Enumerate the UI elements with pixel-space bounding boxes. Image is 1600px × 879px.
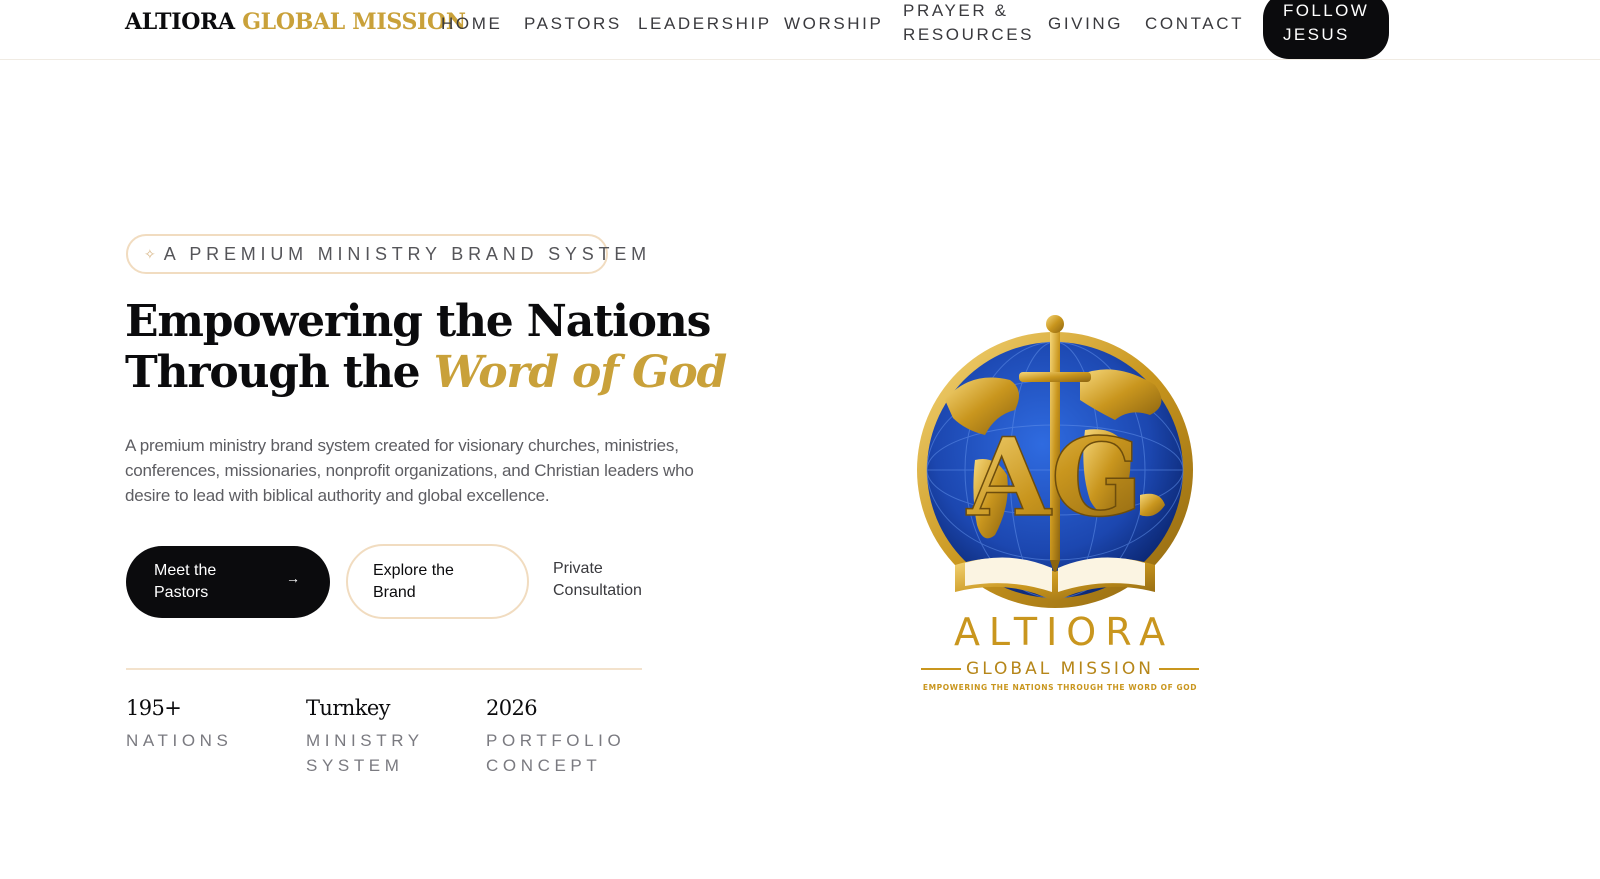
stat-value: 2026	[486, 696, 538, 720]
stat-label: NATIONS	[126, 731, 233, 750]
logo-subtitle: GLOBAL MISSION	[966, 659, 1154, 679]
ministry-emblem: AG ALTIORA GLOBAL MISSION EMPOWERING THE…	[915, 310, 1205, 700]
stat-nations: 195+ NATIONS	[126, 694, 296, 753]
logo-wordmark: ALTIORA	[953, 610, 1175, 654]
stat-value: 195+	[126, 696, 182, 720]
globe-sword-emblem: AG	[917, 315, 1193, 608]
eyebrow-text: A PREMIUM MINISTRY BRAND SYSTEM	[163, 243, 651, 264]
site-header: ALTIORA GLOBAL MISSION HOME PASTORS LEAD…	[0, 0, 1600, 60]
stat-label: PORTFOLIO CONCEPT	[486, 731, 626, 775]
nav-prayer-line2: RESOURCES	[903, 25, 1035, 44]
nav-prayer-resources[interactable]: PRAYER & RESOURCES	[903, 0, 1034, 47]
cta-line1: FOLLOW	[1283, 1, 1370, 20]
follow-jesus-button[interactable]: FOLLOW JESUS	[1263, 0, 1389, 59]
logo-rule-left	[921, 668, 962, 670]
meet-pastors-button[interactable]: Meet the Pastors →	[126, 546, 330, 618]
brand-name-primary: ALTIORA	[125, 9, 235, 35]
nav-worship[interactable]: WORSHIP	[784, 12, 883, 36]
explore-brand-label: Explore the Brand	[373, 562, 454, 601]
logo-subtitle-row: GLOBAL MISSION	[921, 658, 1199, 680]
stat-portfolio: 2026 PORTFOLIO CONCEPT	[486, 694, 646, 778]
brand-logo-text[interactable]: ALTIORA GLOBAL MISSION	[125, 9, 466, 35]
nav-prayer-line1: PRAYER &	[903, 1, 1009, 20]
hero-title-line1: Empowering the Nations	[125, 296, 711, 347]
stat-label: MINISTRY SYSTEM	[306, 731, 424, 775]
hero-title-line2: Through the	[125, 347, 421, 398]
arrow-right-icon: →	[286, 570, 300, 586]
hero-title-accent: Word of God	[433, 347, 728, 398]
nav-giving[interactable]: GIVING	[1048, 12, 1123, 36]
nav-home[interactable]: HOME	[441, 12, 502, 36]
private-consultation-link[interactable]: Private Consultation	[553, 558, 673, 602]
nav-leadership[interactable]: LEADERSHIP	[638, 12, 772, 36]
monogram-ag: AG	[966, 415, 1143, 541]
stat-value: Turnkey	[306, 696, 391, 720]
explore-brand-button[interactable]: Explore the Brand	[346, 544, 529, 619]
stats-divider	[126, 668, 642, 670]
stat-ministry-system: Turnkey MINISTRY SYSTEM	[306, 694, 456, 778]
brand-name-accent: GLOBAL MISSION	[242, 9, 466, 35]
nav-pastors[interactable]: PASTORS	[524, 12, 622, 36]
logo-rule-right	[1158, 668, 1199, 670]
hero-title: Empowering the Nations Through the Word …	[125, 296, 765, 398]
eyebrow-badge: ✧ A PREMIUM MINISTRY BRAND SYSTEM	[126, 234, 646, 274]
cta-line2: JESUS	[1283, 25, 1350, 44]
meet-pastors-label: Meet the Pastors	[154, 562, 217, 601]
logo-tagline: EMPOWERING THE NATIONS THROUGH THE WORD …	[922, 683, 1198, 692]
nav-contact[interactable]: CONTACT	[1145, 12, 1244, 36]
hero-description: A premium ministry brand system created …	[125, 436, 694, 505]
sparkle-icon: ✧	[144, 245, 156, 262]
